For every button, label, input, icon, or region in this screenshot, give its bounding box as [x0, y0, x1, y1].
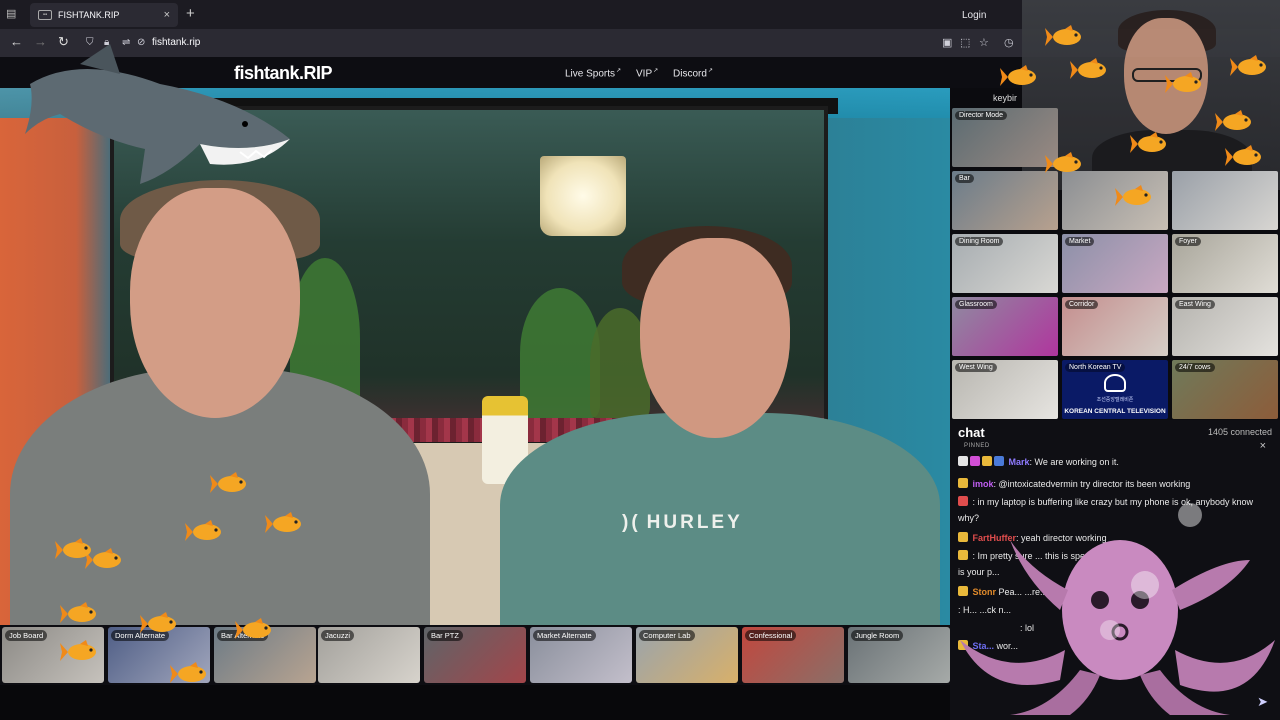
- octopus-overlay-icon: [960, 503, 1275, 715]
- keybind-label: keybir: [993, 93, 1018, 103]
- camera-director-mode[interactable]: Director Mode: [952, 108, 1058, 167]
- camera-market-alternate[interactable]: Market Alternate: [530, 627, 632, 683]
- goldfish-icon: [1045, 152, 1081, 173]
- save-icon[interactable]: ⬚: [960, 36, 970, 49]
- goldfish-icon: [140, 612, 176, 633]
- camera-jacuzzi[interactable]: Jacuzzi: [318, 627, 420, 683]
- goldfish-icon: [170, 662, 206, 683]
- camera-north-korean-tv[interactable]: North Korean TV 조선중앙텔레비죤 KOREAN CENTRAL …: [1062, 360, 1168, 419]
- chat-message-pinned: Mark: We are working on it.: [958, 454, 1276, 470]
- goldfish-icon: [1230, 55, 1266, 76]
- sunglasses-badge-icon: [982, 456, 992, 466]
- goldfish-icon: [235, 618, 271, 639]
- chat-title: chat: [958, 425, 985, 440]
- tab-close-icon[interactable]: ×: [164, 9, 170, 21]
- login-button[interactable]: Login: [962, 10, 986, 21]
- new-tab-button[interactable]: +: [186, 5, 195, 22]
- nav-live-sports[interactable]: Live Sports↗: [565, 67, 621, 79]
- browser-tab[interactable]: ▪▪ FISHTANK.RIP ×: [30, 3, 178, 27]
- goldfish-icon: [210, 472, 246, 493]
- camera-confessional[interactable]: Confessional: [742, 627, 844, 683]
- goldfish-icon: [55, 538, 91, 559]
- pinned-label: PINNED: [964, 443, 990, 449]
- camera-glassroom[interactable]: Glassroom: [952, 297, 1058, 356]
- goldfish-icon: [1130, 132, 1166, 153]
- goldfish-icon: [1165, 72, 1201, 93]
- nav-vip[interactable]: VIP↗: [636, 67, 658, 79]
- screenshot-icon[interactable]: ▣: [942, 36, 952, 49]
- person-right-face: [640, 238, 790, 438]
- gear-badge-icon: [994, 456, 1004, 466]
- goldfish-icon: [1070, 58, 1106, 79]
- bottom-bar: [0, 685, 950, 720]
- goldfish-icon: [1225, 145, 1261, 166]
- person-left-face: [130, 188, 300, 418]
- wrench-badge-icon: [958, 456, 968, 466]
- camera-cows[interactable]: 24/7 cows: [1172, 360, 1278, 419]
- goldfish-icon: [265, 512, 301, 533]
- goldfish-icon: [60, 602, 96, 623]
- tab-list-icon[interactable]: ▤: [6, 7, 20, 21]
- goldfish-icon: [1045, 25, 1081, 46]
- nav-discord[interactable]: Discord↗: [673, 67, 713, 79]
- sparkle-badge-icon: [958, 478, 968, 488]
- camera-east-wing[interactable]: East Wing: [1172, 297, 1278, 356]
- camera-jungle-room[interactable]: Jungle Room: [848, 627, 950, 683]
- goldfish-icon: [185, 520, 221, 541]
- tab-favicon-icon: ▪▪: [38, 10, 52, 20]
- goldfish-icon: [60, 640, 96, 661]
- camera-west-wing[interactable]: West Wing: [952, 360, 1058, 419]
- shirt-text: HURLEY: [622, 512, 743, 534]
- heart-badge-icon: [970, 456, 980, 466]
- connected-count: 1405 connected: [1207, 427, 1272, 437]
- camera-dining-room[interactable]: Dining Room: [952, 234, 1058, 293]
- kctv-logo-icon: [1104, 374, 1126, 392]
- camera-corridor[interactable]: Corridor: [1062, 297, 1168, 356]
- goldfish-icon: [1115, 185, 1151, 206]
- camera-bar[interactable]: Bar: [952, 171, 1058, 230]
- tab-title: FISHTANK.RIP: [58, 10, 120, 20]
- camera-computer-lab[interactable]: Computer Lab: [636, 627, 738, 683]
- history-icon[interactable]: ◷: [1004, 36, 1014, 49]
- camera-market[interactable]: Market: [1062, 234, 1168, 293]
- aquarium-lamp: [540, 156, 626, 236]
- bookmark-star-icon[interactable]: ☆: [979, 36, 989, 49]
- chat-message: imok: @intoxicatedvermin try director it…: [958, 476, 1276, 492]
- close-pinned-icon[interactable]: ×: [1260, 440, 1266, 452]
- camera-bar-ptz[interactable]: Bar PTZ: [424, 627, 526, 683]
- goldfish-icon: [1215, 110, 1251, 131]
- camera-foyer[interactable]: Foyer: [1172, 234, 1278, 293]
- camera-tile[interactable]: [1172, 171, 1278, 230]
- goldfish-icon: [1000, 65, 1036, 86]
- shark-overlay-icon: [25, 44, 290, 184]
